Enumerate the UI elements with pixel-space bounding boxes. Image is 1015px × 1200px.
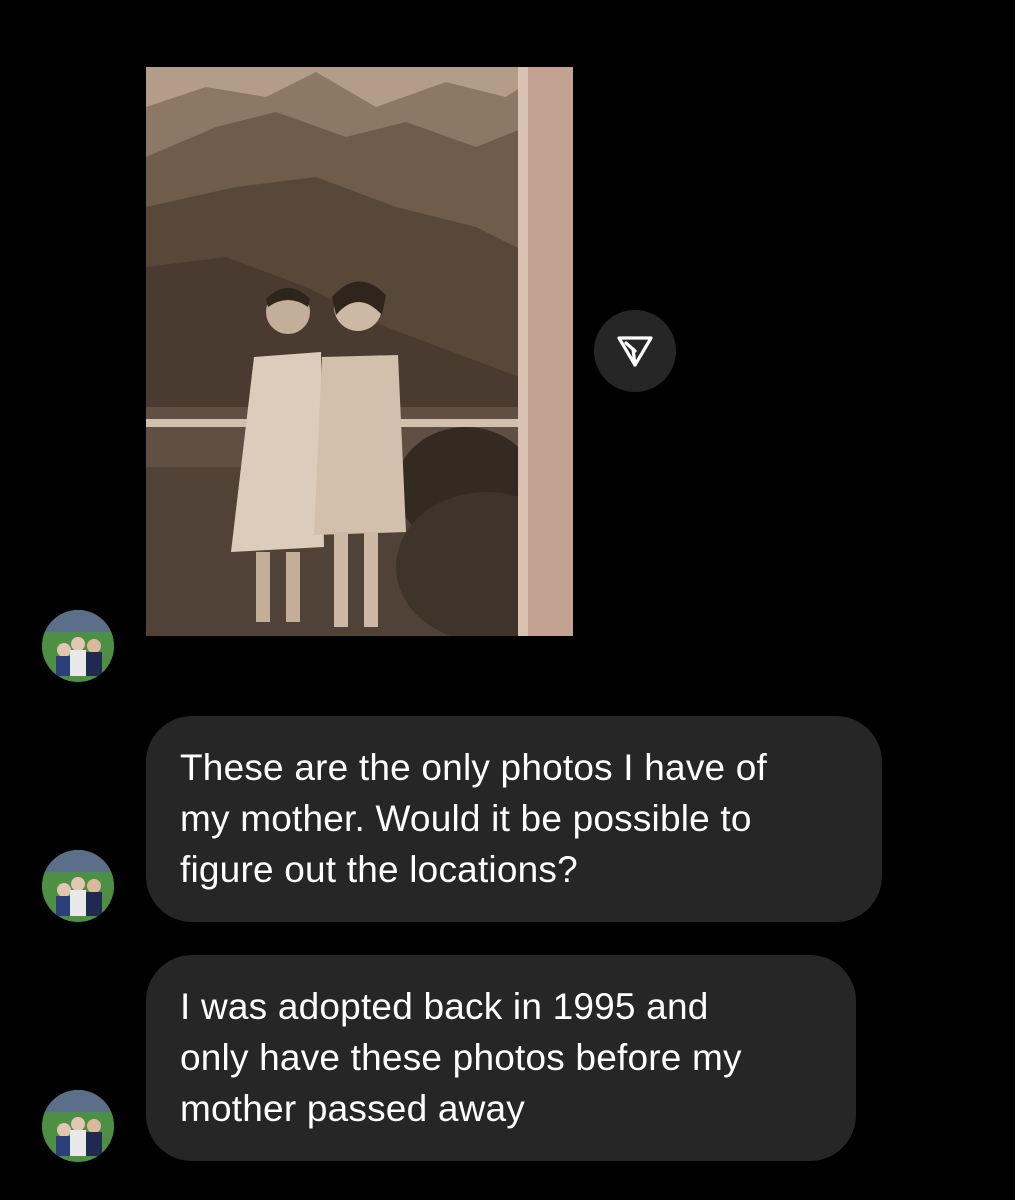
sender-avatar[interactable]	[42, 850, 114, 922]
send-icon	[617, 336, 653, 367]
message-bubble[interactable]: These are the only photos I have of my m…	[146, 716, 882, 922]
message-thread: These are the only photos I have of my m…	[0, 0, 1015, 1200]
profile-photo-icon	[42, 1090, 114, 1162]
message-bubble[interactable]: I was adopted back in 1995 and only have…	[146, 955, 856, 1161]
sender-avatar[interactable]	[42, 610, 114, 682]
profile-photo-icon	[42, 610, 114, 682]
message-text: I was adopted back in 1995 and only have…	[180, 986, 742, 1129]
shared-photo[interactable]	[146, 67, 573, 636]
share-button[interactable]	[594, 310, 676, 392]
message-text: These are the only photos I have of my m…	[180, 747, 768, 890]
profile-photo-icon	[42, 850, 114, 922]
sender-avatar[interactable]	[42, 1090, 114, 1162]
